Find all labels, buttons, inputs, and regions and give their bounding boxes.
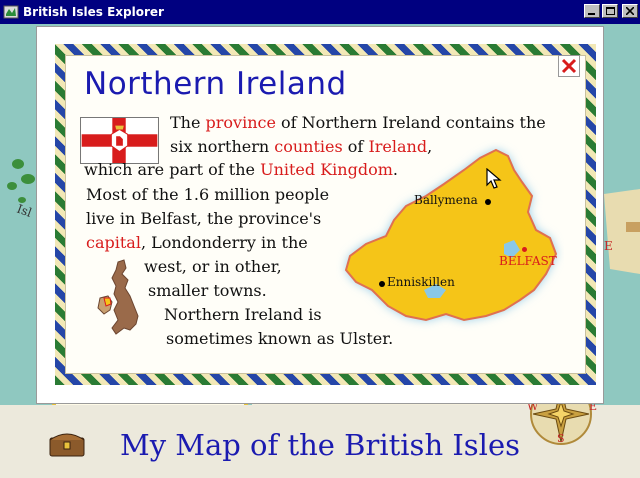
glossary-link[interactable]: capital	[86, 233, 141, 252]
ballymena-label: Ballymena	[414, 193, 478, 207]
close-icon	[561, 58, 577, 74]
belfast-marker	[522, 247, 527, 252]
paragraph-line: Most of the 1.6 million people	[86, 185, 329, 205]
mouse-pointer-icon	[486, 168, 502, 189]
paragraph-line: west, or in other,	[144, 257, 282, 277]
paragraph-text: west, or in other,	[144, 257, 282, 276]
page-title: Northern Ireland	[84, 66, 347, 102]
paragraph-text: Northern Ireland is	[164, 305, 322, 324]
paragraph-line: smaller towns.	[148, 281, 267, 301]
enniskillen-marker	[379, 281, 385, 287]
window-title: British Isles Explorer	[23, 5, 164, 19]
paragraph-text: which are part of the	[84, 160, 261, 179]
paragraph-line: The province of Northern Ireland contain…	[170, 113, 546, 133]
minimize-icon	[588, 13, 595, 15]
paragraph-text: six northern	[170, 137, 275, 156]
close-icon	[626, 7, 634, 15]
paragraph-line: live in Belfast, the province's	[86, 209, 321, 229]
paragraph-text: live in Belfast, the province's	[86, 209, 322, 228]
paragraph-text: Most of the 1.6 million people	[86, 185, 330, 204]
paragraph-text: smaller towns.	[148, 281, 267, 300]
paragraph-line: Northern Ireland is	[164, 305, 322, 325]
title-bar: British Isles Explorer	[0, 0, 640, 24]
belfast-label: BELFAST	[499, 254, 557, 268]
treasure-chest-icon[interactable]	[48, 430, 86, 458]
dialog-close-button[interactable]	[558, 55, 580, 77]
maximize-button[interactable]	[602, 4, 618, 18]
paragraph-text: , Londonderry in the	[140, 233, 308, 252]
glossary-link[interactable]: counties	[274, 137, 342, 156]
map-title: My Map of the British Isles	[120, 428, 520, 462]
paragraph-text: The	[170, 113, 206, 132]
minimize-button[interactable]	[584, 4, 600, 18]
app-icon	[3, 5, 19, 19]
paragraph-line: capital, Londonderry in the	[86, 233, 308, 253]
northern-ireland-map	[344, 148, 558, 322]
maximize-icon	[605, 7, 615, 15]
ballymena-marker	[485, 199, 491, 205]
compass-s-label: S	[557, 432, 565, 445]
window-close-button[interactable]	[622, 4, 638, 18]
paragraph-text: of Northern Ireland contains the	[275, 113, 546, 132]
enniskillen-label: Enniskillen	[387, 275, 455, 289]
glossary-link[interactable]: province	[206, 113, 276, 132]
uk-locator-map	[97, 259, 139, 335]
ulster-flag-icon	[80, 117, 159, 164]
svg-text:E: E	[604, 239, 613, 253]
